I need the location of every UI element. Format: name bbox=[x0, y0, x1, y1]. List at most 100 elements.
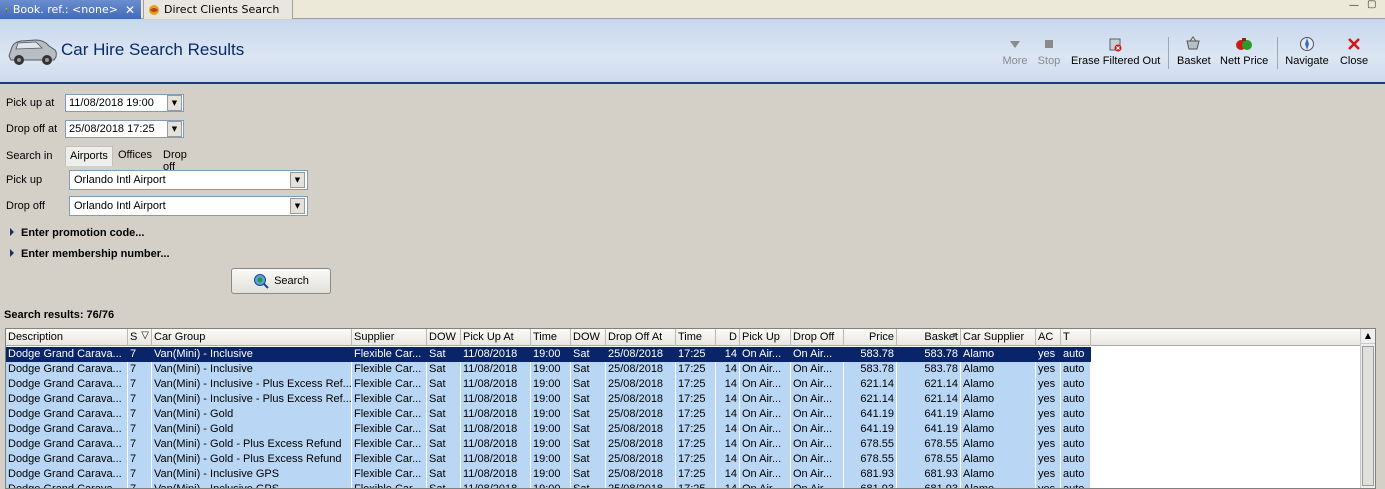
cell-pickup-time: 19:00 bbox=[531, 467, 571, 482]
cell-transmission: auto bbox=[1061, 362, 1091, 377]
table-row[interactable]: Dodge Grand Carava... 7 Van(Mini) - Inclus… bbox=[6, 377, 1362, 392]
cell-ac: yes bbox=[1036, 482, 1061, 488]
cell-dropoff-time: 17:25 bbox=[676, 452, 716, 467]
car-icon bbox=[8, 39, 57, 65]
column-header-dropoff-location[interactable]: Drop Off bbox=[791, 329, 844, 346]
table-row[interactable]: Dodge Grand Carava... 7 Van(Mini) - Gold Fl… bbox=[6, 422, 1362, 437]
table-row-selected[interactable]: Dodge Grand Carava... 7 Van(Mini) - Inclus… bbox=[6, 347, 1362, 362]
column-header-car-supplier[interactable]: Car Supplier bbox=[961, 329, 1036, 346]
cell-pickup-dow: Sat bbox=[427, 482, 461, 488]
cell-days: 14 bbox=[716, 377, 740, 392]
cell-car-supplier: Alamo bbox=[961, 467, 1036, 482]
dropoff-location-dropdown-icon[interactable]: ▼ bbox=[290, 198, 305, 214]
table-row[interactable]: Dodge Grand Carava... 7 Van(Mini) - Inclus… bbox=[6, 467, 1362, 482]
filter-icon[interactable]: ▽ bbox=[141, 330, 149, 341]
scroll-up-icon[interactable]: ▲ bbox=[1361, 329, 1375, 344]
cell-car-supplier: Alamo bbox=[961, 362, 1036, 377]
search-button[interactable]: Search bbox=[231, 268, 331, 294]
tab-close-icon[interactable]: ✕ bbox=[125, 3, 135, 17]
cell-car-supplier: Alamo bbox=[961, 377, 1036, 392]
column-header-description[interactable]: Description bbox=[6, 329, 128, 346]
search-in-label: Search in bbox=[6, 150, 53, 162]
column-header-dropoff-dow[interactable]: DOW bbox=[571, 329, 606, 346]
promotion-code-expander[interactable]: Enter promotion code... bbox=[10, 227, 144, 239]
column-header-supplier[interactable]: Supplier bbox=[352, 329, 427, 346]
table-row[interactable]: Dodge Grand Carava... 7 Van(Mini) - Gold -… bbox=[6, 437, 1362, 452]
table-row[interactable]: Dodge Grand Carava... 7 Van(Mini) - Inclus… bbox=[6, 392, 1362, 407]
column-header-pickup-at[interactable]: Pick Up At bbox=[461, 329, 531, 346]
dropoff-location-select[interactable]: Orlando Intl Airport bbox=[69, 196, 308, 216]
column-header-dropoff-at[interactable]: Drop Off At bbox=[606, 329, 676, 346]
column-header-basket[interactable]: Basket ▼ bbox=[897, 329, 961, 346]
cell-dropoff-dow: Sat bbox=[571, 422, 606, 437]
search-in-offices[interactable]: Offices bbox=[114, 146, 156, 166]
cell-transmission: auto bbox=[1061, 452, 1091, 467]
column-header-days[interactable]: D bbox=[716, 329, 740, 346]
tab-direct-clients-search[interactable]: Direct Clients Search bbox=[143, 0, 293, 19]
column-header-car-group[interactable]: Car Group bbox=[152, 329, 352, 346]
cell-car-group: Van(Mini) - Inclusive - Plus Excess Ref.… bbox=[152, 392, 352, 407]
scrollbar-thumb[interactable] bbox=[1362, 346, 1374, 486]
nett-price-label: Nett Price bbox=[1220, 55, 1269, 67]
more-label: More bbox=[1002, 55, 1028, 67]
close-button[interactable]: Close bbox=[1339, 36, 1369, 67]
search-in-drop-off-offices[interactable]: Drop off offices bbox=[159, 146, 199, 185]
table-row[interactable]: Dodge Grand Carava... 7 Van(Mini) - Gold Fl… bbox=[6, 407, 1362, 422]
cell-description: Dodge Grand Carava... bbox=[6, 467, 128, 482]
cell-dropoff-dow: Sat bbox=[571, 467, 606, 482]
cell-days: 14 bbox=[716, 407, 740, 422]
cell-pickup-location: On Air... bbox=[740, 407, 791, 422]
erase-filtered-out-button[interactable]: Erase Filtered Out bbox=[1071, 36, 1160, 67]
navigate-button[interactable]: Navigate bbox=[1285, 36, 1329, 67]
dropoff-datetime-dropdown-icon[interactable]: ▼ bbox=[167, 121, 182, 137]
vertical-scrollbar[interactable]: ▲ bbox=[1360, 329, 1375, 488]
maximize-icon[interactable]: ▢ bbox=[1367, 0, 1376, 10]
column-header-dropoff-time[interactable]: Time bbox=[676, 329, 716, 346]
cell-description: Dodge Grand Carava... bbox=[6, 422, 128, 437]
search-results-count: Search results: 76/76 bbox=[4, 309, 115, 321]
column-header-pickup-time[interactable]: Time bbox=[531, 329, 571, 346]
cell-dropoff-time: 17:25 bbox=[676, 422, 716, 437]
cell-dropoff-at: 25/08/2018 bbox=[606, 482, 676, 488]
column-header-transmission[interactable]: T bbox=[1061, 329, 1091, 346]
table-row[interactable]: Dodge Grand Carava... 7 Van(Mini) - Gold -… bbox=[6, 452, 1362, 467]
pickup-location-value: Orlando Intl Airport bbox=[74, 174, 166, 186]
cell-price: 641.19 bbox=[844, 422, 897, 437]
promotion-code-label: Enter promotion code... bbox=[21, 227, 145, 239]
minimize-icon[interactable]: — bbox=[1349, 0, 1359, 11]
cell-seats: 7 bbox=[128, 452, 152, 467]
cell-dropoff-at: 25/08/2018 bbox=[606, 377, 676, 392]
column-header-pickup-dow[interactable]: DOW bbox=[427, 329, 461, 346]
navigate-compass-icon bbox=[1300, 37, 1314, 51]
more-button[interactable]: More bbox=[1002, 36, 1028, 67]
cell-ac: yes bbox=[1036, 437, 1061, 452]
basket-button[interactable]: Basket bbox=[1177, 36, 1211, 67]
pickup-datetime-dropdown-icon[interactable]: ▼ bbox=[167, 95, 182, 111]
pickup-location-select[interactable]: Orlando Intl Airport bbox=[69, 170, 308, 190]
cell-pickup-at: 11/08/2018 bbox=[461, 467, 531, 482]
cell-pickup-dow: Sat bbox=[427, 392, 461, 407]
cell-dropoff-dow: Sat bbox=[571, 362, 606, 377]
cell-pickup-at: 11/08/2018 bbox=[461, 452, 531, 467]
column-header-seats[interactable]: S ▽ bbox=[128, 329, 152, 346]
search-in-airports[interactable]: Airports bbox=[65, 146, 113, 166]
stop-button[interactable]: Stop bbox=[1037, 36, 1061, 67]
cell-dropoff-at: 25/08/2018 bbox=[606, 437, 676, 452]
cell-pickup-at: 11/08/2018 bbox=[461, 482, 531, 488]
cell-car-supplier: Alamo bbox=[961, 392, 1036, 407]
tab-booking[interactable]: Book. ref.: <none> ✕ bbox=[0, 0, 141, 19]
column-header-ac[interactable]: AC bbox=[1036, 329, 1061, 346]
nett-price-button[interactable]: Nett Price bbox=[1220, 36, 1268, 67]
stop-label: Stop bbox=[1037, 55, 1061, 67]
cell-description: Dodge Grand Carava... bbox=[6, 407, 128, 422]
pickup-location-dropdown-icon[interactable]: ▼ bbox=[290, 172, 305, 188]
cell-dropoff-dow: Sat bbox=[571, 437, 606, 452]
table-row[interactable]: Dodge Grand Carava... 7 Van(Mini) - Inclus… bbox=[6, 362, 1362, 377]
membership-number-expander[interactable]: Enter membership number... bbox=[10, 248, 170, 260]
column-header-pickup-location[interactable]: Pick Up bbox=[740, 329, 791, 346]
column-header-price[interactable]: Price bbox=[844, 329, 897, 346]
cell-price: 583.78 bbox=[844, 347, 897, 362]
table-row[interactable]: Dodge Grand Carava... 7 Van(Mini) - Inclus… bbox=[6, 482, 1362, 488]
results-header: Car Hire Search Results More Stop Erase … bbox=[0, 20, 1385, 84]
cell-dropoff-at: 25/08/2018 bbox=[606, 467, 676, 482]
